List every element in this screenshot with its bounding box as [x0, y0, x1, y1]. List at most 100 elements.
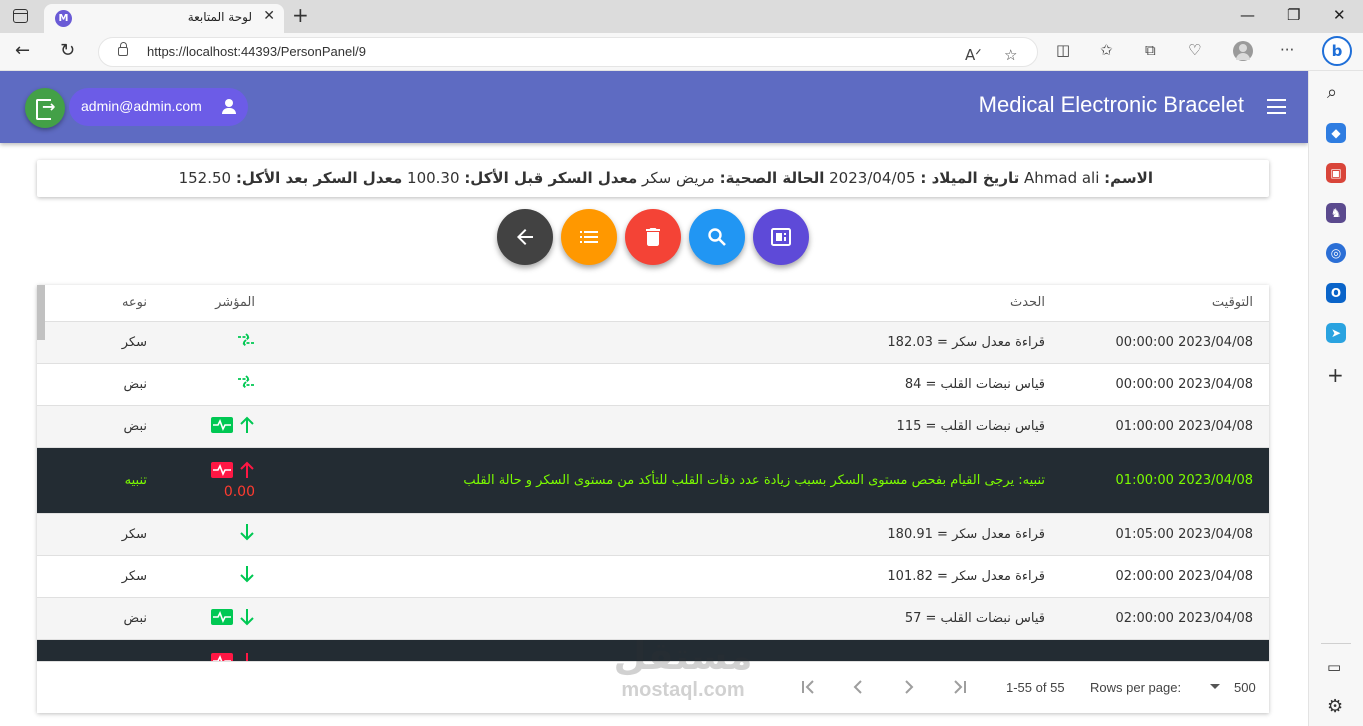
header-type[interactable]: نوعه — [37, 285, 163, 322]
sidebar-search-icon[interactable]: ⌕ — [1327, 83, 1337, 103]
table-scroll-area[interactable]: التوقيت الحدث المؤشر نوعه 2023/04/08 00:… — [37, 285, 1269, 661]
first-page-icon — [802, 680, 814, 694]
next-page-button[interactable] — [897, 675, 921, 699]
new-tab-icon[interactable]: + — [292, 4, 309, 26]
sidebar-outlook-icon[interactable]: O — [1326, 283, 1346, 303]
row-event: قراءة معدل سكر = 180.91 — [271, 513, 1061, 556]
back-nav-icon[interactable]: ← — [15, 41, 30, 61]
table-row[interactable]: 2023/04/08 00:00:00 قياس نبضات القلب = 8… — [37, 363, 1269, 406]
chevron-left-icon — [853, 680, 862, 694]
prev-page-button[interactable] — [846, 675, 870, 699]
collections-icon[interactable]: ⧉ — [1145, 41, 1156, 59]
row-indicator — [163, 405, 271, 448]
arrow-down-icon — [240, 608, 254, 625]
tab-actions-icon[interactable] — [13, 9, 28, 23]
sidebar-games-icon[interactable]: ♞ — [1326, 203, 1346, 223]
user-chip[interactable]: admin@admin.com — [69, 88, 248, 126]
sidebar-microsoft365-icon[interactable]: ◎ — [1326, 243, 1346, 263]
patient-info-card: الاسم: Ahmad ali تاريخ الميلاد : 2023/04… — [37, 160, 1269, 197]
first-page-button[interactable] — [796, 675, 820, 699]
arrow-up-icon — [240, 416, 254, 433]
table-scrollbar[interactable] — [37, 285, 45, 340]
sidebar-layout-icon[interactable]: ▭ — [1327, 657, 1341, 677]
list-icon — [580, 231, 598, 243]
header-indicator[interactable]: المؤشر — [163, 285, 271, 322]
back-button[interactable] — [497, 209, 553, 265]
table-row[interactable]: 2023/04/08 02:00:00 قياس نبضات القلب = 5… — [37, 597, 1269, 640]
patient-info-line: الاسم: Ahmad ali تاريخ الميلاد : 2023/04… — [179, 169, 1153, 187]
app-header: admin@admin.com Medical Electronic Brace… — [0, 71, 1308, 143]
rows-per-page-select[interactable]: 500 — [1234, 680, 1256, 695]
logout-button[interactable] — [25, 88, 65, 128]
sidebar-settings-icon[interactable]: ⚙ — [1327, 697, 1343, 717]
url-text: https://localhost:44393/PersonPanel/9 — [147, 44, 366, 59]
before-meal-value: 100.30 — [407, 169, 460, 187]
browser-tab[interactable]: M لوحة المتابعة ✕ — [44, 4, 284, 33]
close-window-icon[interactable]: ✕ — [1333, 6, 1346, 24]
pagination-bar: 1-55 of 55 Rows per page: 500 — [37, 661, 1269, 713]
table-row[interactable]: 2023/04/08 01:05:00 قراءة معدل سكر = 180… — [37, 513, 1269, 556]
report-button[interactable] — [753, 209, 809, 265]
sidebar-send-icon[interactable]: ➤ — [1326, 323, 1346, 343]
favorites-icon[interactable]: ✩ — [1100, 41, 1113, 59]
favicon-icon: M — [55, 10, 72, 27]
arrow-left-icon — [517, 229, 533, 245]
delete-button[interactable] — [625, 209, 681, 265]
arrow-down-icon — [240, 566, 254, 583]
sidebar-add-icon[interactable]: + — [1327, 365, 1344, 385]
address-bar: ← ↻ https://localhost:44393/PersonPanel/… — [0, 33, 1363, 71]
status-label: الحالة الصحية: — [719, 169, 825, 187]
rows-per-page-chevron-down-icon[interactable] — [1210, 684, 1220, 689]
row-type: نبض — [37, 405, 163, 448]
read-aloud-icon[interactable]: Aᐟ — [965, 46, 982, 64]
before-meal-label: معدل السكر قبل الأكل: — [464, 169, 638, 187]
row-type: نبض — [37, 597, 163, 640]
row-event: تنبيه: يرجى القيام بفحص مستوى السكر بسبب… — [271, 447, 1061, 514]
row-event — [271, 639, 1061, 661]
more-options-icon[interactable]: ··· — [1280, 41, 1294, 59]
sidebar-shopping-icon[interactable]: ◆ — [1326, 123, 1346, 143]
favorite-star-icon[interactable]: ☆ — [1004, 46, 1017, 64]
dob-label: تاريخ الميلاد : — [920, 169, 1020, 187]
bing-copilot-icon[interactable]: b — [1322, 36, 1352, 66]
refresh-icon[interactable]: ↻ — [60, 41, 75, 61]
events-table: التوقيت الحدث المؤشر نوعه 2023/04/08 00:… — [37, 285, 1269, 661]
list-button[interactable] — [561, 209, 617, 265]
row-event: قراءة معدل سكر = 101.82 — [271, 555, 1061, 598]
profile-avatar-icon[interactable] — [1233, 41, 1253, 61]
split-screen-icon[interactable]: ◫ — [1056, 41, 1070, 59]
patient-status: مريض سكر — [642, 169, 715, 187]
alert-row[interactable]: 2023/04/08 01:00:00 تنبيه: يرجى القيام ب… — [37, 447, 1269, 514]
header-event[interactable]: الحدث — [271, 285, 1061, 322]
table-row[interactable]: 2023/04/08 02:00:00 قراءة معدل سكر = 101… — [37, 555, 1269, 598]
minimize-icon[interactable]: — — [1240, 6, 1255, 24]
browser-essentials-icon[interactable]: ♡ — [1188, 41, 1201, 59]
row-event: قياس نبضات القلب = 115 — [271, 405, 1061, 448]
header-time[interactable]: التوقيت — [1061, 285, 1269, 322]
after-meal-label: معدل السكر بعد الأكل: — [235, 169, 403, 187]
patient-name: Ahmad ali — [1024, 169, 1100, 187]
close-tab-icon[interactable]: ✕ — [263, 8, 275, 24]
restore-icon[interactable]: ❐ — [1287, 6, 1300, 24]
search-button[interactable] — [689, 209, 745, 265]
table-row[interactable]: 2023/04/08 00:00:00 قراءة معدل سكر = 182… — [37, 321, 1269, 364]
row-type: سكر — [37, 321, 163, 364]
table-row[interactable]: 2023/04/08 01:00:00 قياس نبضات القلب = 1… — [37, 405, 1269, 448]
swap-arrows-icon — [238, 375, 254, 389]
url-input[interactable]: https://localhost:44393/PersonPanel/9 Aᐟ… — [98, 37, 1038, 67]
alert-row[interactable] — [37, 639, 1269, 661]
arrow-down-icon — [240, 524, 254, 541]
row-type: تنبيه — [37, 447, 163, 514]
row-time: 2023/04/08 01:00:00 — [1061, 405, 1269, 448]
row-type — [37, 639, 163, 661]
table-header-row: التوقيت الحدث المؤشر نوعه — [37, 285, 1269, 322]
row-event: قياس نبضات القلب = 84 — [271, 363, 1061, 406]
row-event: قراءة معدل سكر = 182.03 — [271, 321, 1061, 364]
last-page-button[interactable] — [948, 675, 972, 699]
lock-icon[interactable] — [118, 42, 128, 56]
heart-pulse-icon — [211, 608, 233, 625]
menu-icon[interactable] — [1267, 99, 1286, 114]
arrow-up-alert-icon — [240, 461, 254, 478]
sidebar-tools-icon[interactable]: ▣ — [1326, 163, 1346, 183]
row-time: 2023/04/08 01:05:00 — [1061, 513, 1269, 556]
